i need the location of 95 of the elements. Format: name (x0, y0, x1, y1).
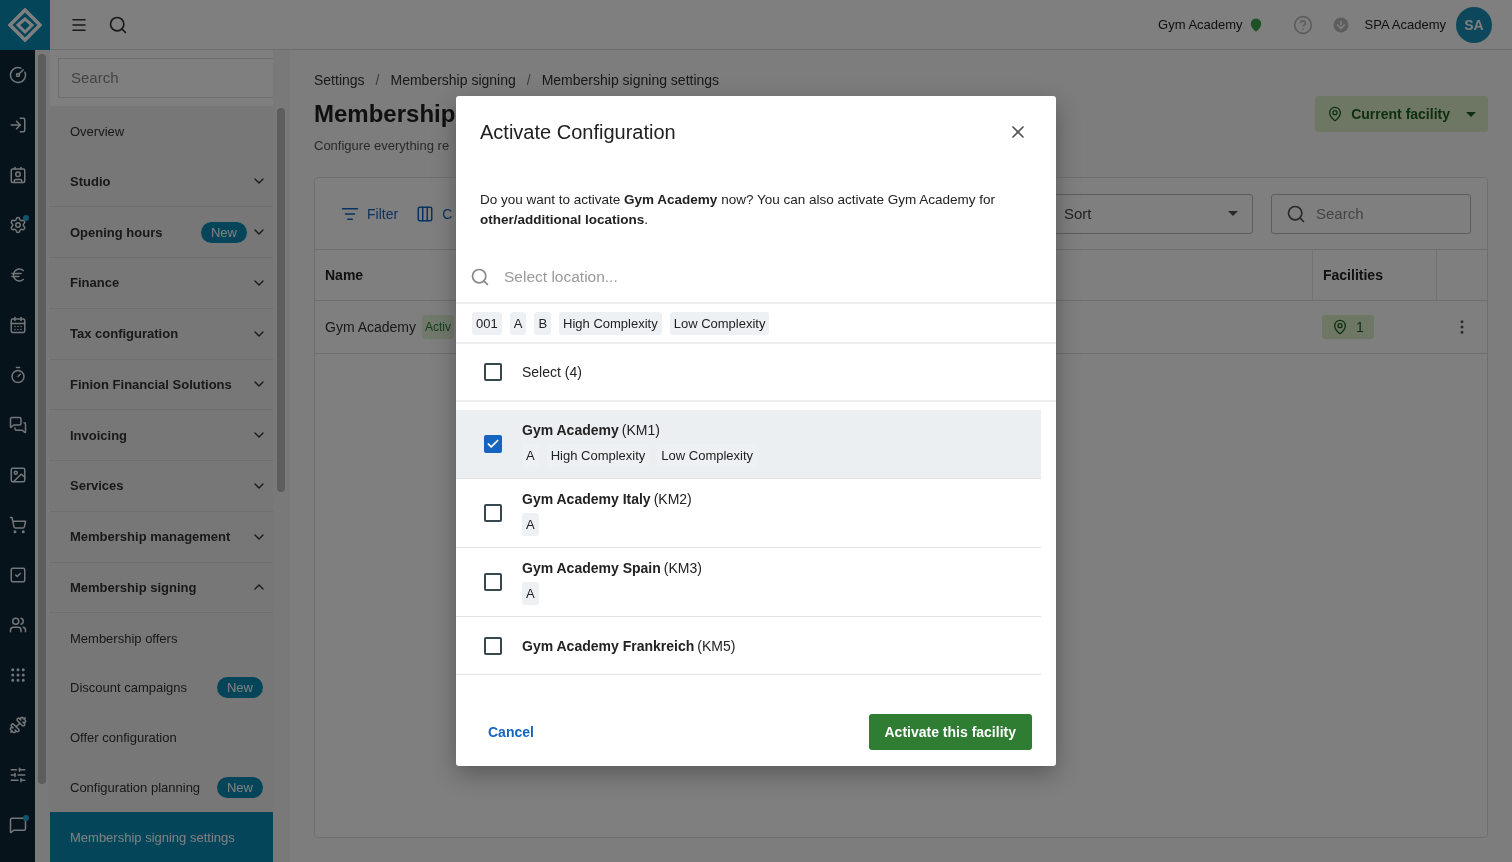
filter-chip[interactable]: 001 (472, 311, 502, 335)
checkbox[interactable] (484, 504, 502, 522)
columns-icon (416, 204, 435, 223)
location-row[interactable]: Gym Academy Frankreich (KM5) (456, 617, 1041, 675)
timer-icon[interactable] (8, 366, 27, 384)
checkbox[interactable] (484, 363, 502, 381)
filter-chip[interactable]: A (509, 311, 527, 335)
dialog-title: Activate Configuration (480, 120, 676, 144)
select-all-label[interactable]: Select (4) (522, 364, 582, 380)
people-icon[interactable] (8, 616, 27, 634)
euro-icon[interactable] (8, 266, 27, 284)
filter-chip[interactable]: High Complexity (559, 311, 662, 335)
breadcrumb-separator: / (525, 72, 532, 88)
facilities-badge: 1 (1322, 315, 1374, 339)
scrollbar-thumb[interactable] (38, 54, 46, 784)
location-name: Gym Academy Frankreich (522, 637, 695, 654)
checkbox[interactable] (484, 435, 502, 453)
location-code: (KM5) (697, 637, 736, 654)
current-facility-button[interactable]: Current facility (1315, 96, 1488, 132)
breadcrumb-separator: / (374, 72, 381, 88)
gauge-icon[interactable] (8, 66, 27, 84)
search-field[interactable]: Search (1271, 193, 1471, 234)
location-tag: A (522, 512, 539, 536)
user-avatar[interactable]: SA (1456, 6, 1492, 43)
location-pin-icon (1327, 106, 1344, 122)
cart-icon[interactable] (8, 516, 27, 534)
location-pin-icon (1332, 319, 1348, 335)
breadcrumb-link[interactable]: Settings (314, 72, 365, 88)
sidebar-item[interactable]: Discount campaigns New (50, 663, 273, 713)
checkbox[interactable] (484, 636, 502, 655)
location-row[interactable]: Gym Academy (KM1) A High Complexity Low Complexity (456, 410, 1041, 479)
location-name: Gym Academy (522, 421, 619, 438)
filter-chip[interactable]: B (534, 311, 552, 335)
location-code: (KM2) (653, 490, 692, 507)
dialog-message: Do you want to activate Gym Academy now? You can also activate Gym Academy for other/additional locations. (480, 191, 997, 229)
facility-name[interactable]: Gym Academy (1158, 17, 1243, 32)
sidebar-item[interactable]: Tax configuration (50, 308, 273, 360)
caret-icon (1228, 211, 1238, 216)
new-badge: New (217, 677, 263, 699)
location-code: (KM3) (663, 559, 702, 576)
sidebar-item[interactable]: Membership offers (50, 613, 273, 664)
column-header[interactable]: Facilities (1323, 267, 1383, 283)
status-tag: Activ (422, 315, 455, 339)
search-icon (1286, 203, 1306, 224)
filter-button[interactable]: Filter (341, 204, 399, 223)
sidebar-item[interactable]: Opening hours New (50, 207, 273, 259)
check-icon (486, 437, 500, 451)
location-code: (KM1) (621, 421, 660, 438)
page-subtitle: Configure everything re (314, 138, 451, 153)
sidebar-item[interactable]: Membership signing (50, 562, 273, 614)
location-pin-icon (1248, 17, 1263, 32)
chat-icon[interactable] (8, 416, 27, 434)
sidebar-item[interactable]: Invoicing (50, 410, 273, 462)
login-icon[interactable] (8, 116, 27, 134)
location-row[interactable]: Gym Academy Italy (KM2) A (456, 479, 1041, 548)
search-icon[interactable] (108, 14, 128, 35)
breadcrumb-link[interactable]: Membership signing (390, 72, 516, 88)
location-name: Gym Academy Spain (522, 559, 661, 576)
location-name: Gym Academy Italy (522, 490, 651, 507)
activate-button[interactable]: Activate this facility (868, 714, 1032, 750)
checkbox-icon[interactable] (8, 566, 27, 584)
sidebar-item[interactable]: Overview (50, 105, 273, 157)
caret-icon (1466, 111, 1476, 117)
checkbox[interactable] (484, 573, 502, 591)
sliders-icon[interactable] (8, 766, 27, 784)
new-badge: New (201, 221, 247, 243)
calendar-icon[interactable] (8, 316, 27, 334)
user-name[interactable]: SPA Academy (1364, 17, 1446, 32)
image-icon[interactable] (8, 466, 27, 484)
message-icon[interactable] (8, 816, 27, 834)
columns-button[interactable]: C (416, 204, 453, 223)
sidebar-item[interactable]: Finance (50, 258, 273, 309)
filter-chip[interactable]: Low Complexity (669, 311, 770, 335)
location-tag: A (522, 581, 539, 605)
sidebar-item[interactable]: Membership management (50, 511, 273, 563)
breadcrumb-link[interactable]: Membership signing settings (541, 72, 720, 88)
dumbbell-icon[interactable] (8, 716, 27, 734)
settings-icon[interactable] (8, 216, 27, 234)
location-row[interactable]: Gym Academy Spain (KM3) A (456, 548, 1041, 617)
scrollbar-thumb[interactable] (277, 108, 285, 492)
page-title: Membership (314, 100, 456, 128)
new-badge: New (217, 776, 263, 798)
contact-card-icon[interactable] (8, 166, 27, 184)
sidebar-item[interactable]: Configuration planning New (50, 762, 273, 813)
sidebar-item[interactable]: Membership signing settings (50, 812, 273, 862)
dots-grid-icon[interactable] (8, 666, 27, 684)
column-header[interactable]: Name (325, 267, 364, 283)
sidebar-item[interactable]: Offer configuration (50, 712, 273, 763)
sidebar-item[interactable]: Services (50, 461, 273, 512)
sidebar-item[interactable]: Finion Financial Solutions (50, 359, 273, 411)
search-icon (470, 267, 490, 287)
cancel-link[interactable]: Cancel (488, 724, 534, 740)
table-cell: Gym Academy (325, 319, 417, 335)
sidebar-item[interactable]: Studio (50, 156, 273, 208)
logo-icon[interactable] (0, 0, 50, 50)
